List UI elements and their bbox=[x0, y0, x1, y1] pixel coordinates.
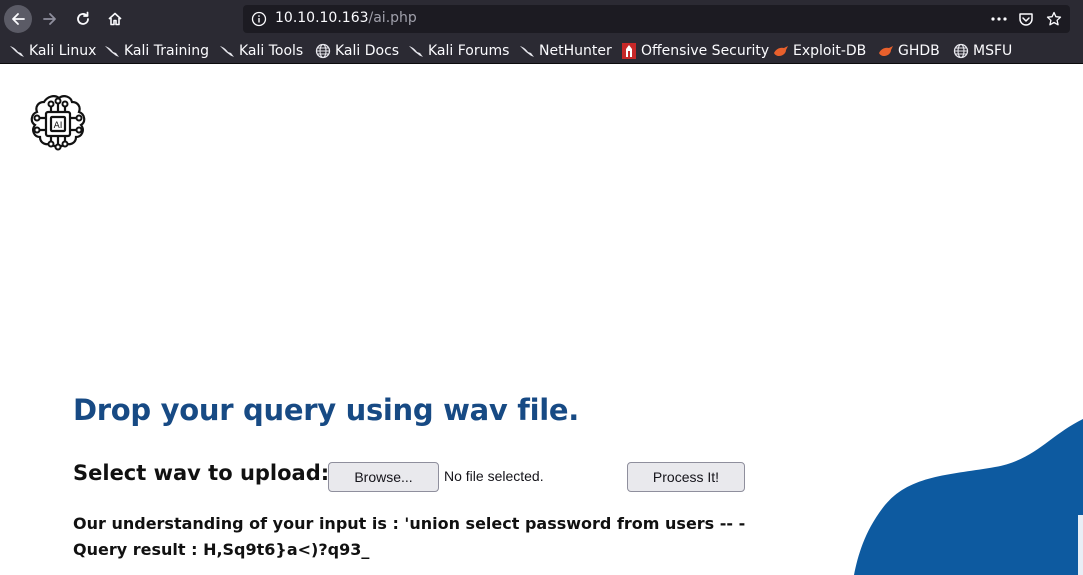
exploitdb-icon bbox=[877, 43, 895, 59]
browse-button[interactable]: Browse... bbox=[328, 462, 439, 492]
exploitdb-icon bbox=[772, 43, 790, 59]
decorative-wave bbox=[854, 419, 1083, 575]
browser-toolbar: 10.10.10.163/ai.php bbox=[0, 0, 1083, 38]
back-button[interactable] bbox=[4, 5, 32, 33]
bookmark-msfu[interactable]: MSFU bbox=[952, 42, 1012, 60]
bookmarks-bar: Kali Linux Kali Training Kali Tools Kali… bbox=[0, 38, 1083, 64]
bookmark-label: Kali Forums bbox=[428, 43, 510, 59]
page-actions-icon[interactable] bbox=[990, 11, 1008, 31]
info-icon[interactable] bbox=[251, 11, 267, 31]
bookmark-kali-docs[interactable]: Kali Docs bbox=[314, 42, 399, 60]
reload-icon bbox=[77, 11, 89, 25]
globe-icon bbox=[314, 43, 332, 59]
kali-dragon-icon bbox=[407, 43, 425, 59]
bookmark-nethunter[interactable]: NetHunter bbox=[518, 42, 612, 60]
bookmark-kali-training[interactable]: Kali Training bbox=[103, 42, 209, 60]
bookmark-label: Kali Docs bbox=[335, 43, 400, 59]
forward-button[interactable] bbox=[36, 5, 64, 33]
bookmark-kali-tools[interactable]: Kali Tools bbox=[218, 42, 303, 60]
bookmark-exploit-db[interactable]: Exploit-DB bbox=[772, 42, 866, 60]
input-understanding-text: Our understanding of your input is : 'un… bbox=[73, 514, 746, 533]
bookmark-label: GHDB bbox=[898, 43, 940, 59]
bookmark-label: Exploit-DB bbox=[793, 43, 867, 59]
arrow-left-icon bbox=[12, 13, 25, 25]
bookmark-kali-linux[interactable]: Kali Linux bbox=[8, 42, 96, 60]
pocket-icon[interactable] bbox=[1018, 11, 1034, 31]
bookmark-ghdb[interactable]: GHDB bbox=[877, 42, 940, 60]
offsec-icon bbox=[620, 43, 638, 59]
globe-icon bbox=[952, 43, 970, 59]
bookmark-label: Kali Training bbox=[124, 43, 209, 59]
bookmark-offensive-security[interactable]: Offensive Security bbox=[620, 42, 769, 60]
kali-dragon-icon bbox=[518, 43, 536, 59]
star-icon[interactable] bbox=[1046, 11, 1062, 31]
bookmark-label: MSFU bbox=[973, 43, 1013, 59]
kali-dragon-icon bbox=[103, 43, 121, 59]
url-path: /ai.php bbox=[368, 10, 417, 26]
url-bar[interactable]: 10.10.10.163/ai.php bbox=[243, 5, 1070, 33]
ai-chip-logo: AI bbox=[24, 90, 92, 158]
bookmark-label: NetHunter bbox=[539, 43, 612, 59]
file-status-text: No file selected. bbox=[444, 468, 544, 484]
home-button[interactable] bbox=[101, 5, 129, 33]
page-content: AI Drop your query using wav file. Selec… bbox=[0, 65, 1083, 575]
process-button[interactable]: Process It! bbox=[627, 462, 745, 492]
page-headline: Drop your query using wav file. bbox=[73, 393, 579, 427]
home-icon bbox=[108, 12, 122, 26]
query-result-text: Query result : H,Sq9t6}a<)?q93_ bbox=[73, 540, 370, 559]
url-text[interactable]: 10.10.10.163/ai.php bbox=[275, 10, 417, 26]
logo-text: AI bbox=[54, 121, 63, 131]
bookmark-label: Kali Tools bbox=[239, 43, 304, 59]
reload-button[interactable] bbox=[69, 5, 97, 33]
upload-label: Select wav to upload: bbox=[73, 461, 330, 485]
url-host: 10.10.10.163 bbox=[275, 10, 369, 26]
arrow-right-icon bbox=[43, 13, 56, 25]
bookmark-label: Kali Linux bbox=[29, 43, 97, 59]
bookmark-kali-forums[interactable]: Kali Forums bbox=[407, 42, 509, 60]
kali-dragon-icon bbox=[8, 43, 26, 59]
bookmark-label: Offensive Security bbox=[641, 43, 770, 59]
kali-dragon-icon bbox=[218, 43, 236, 59]
